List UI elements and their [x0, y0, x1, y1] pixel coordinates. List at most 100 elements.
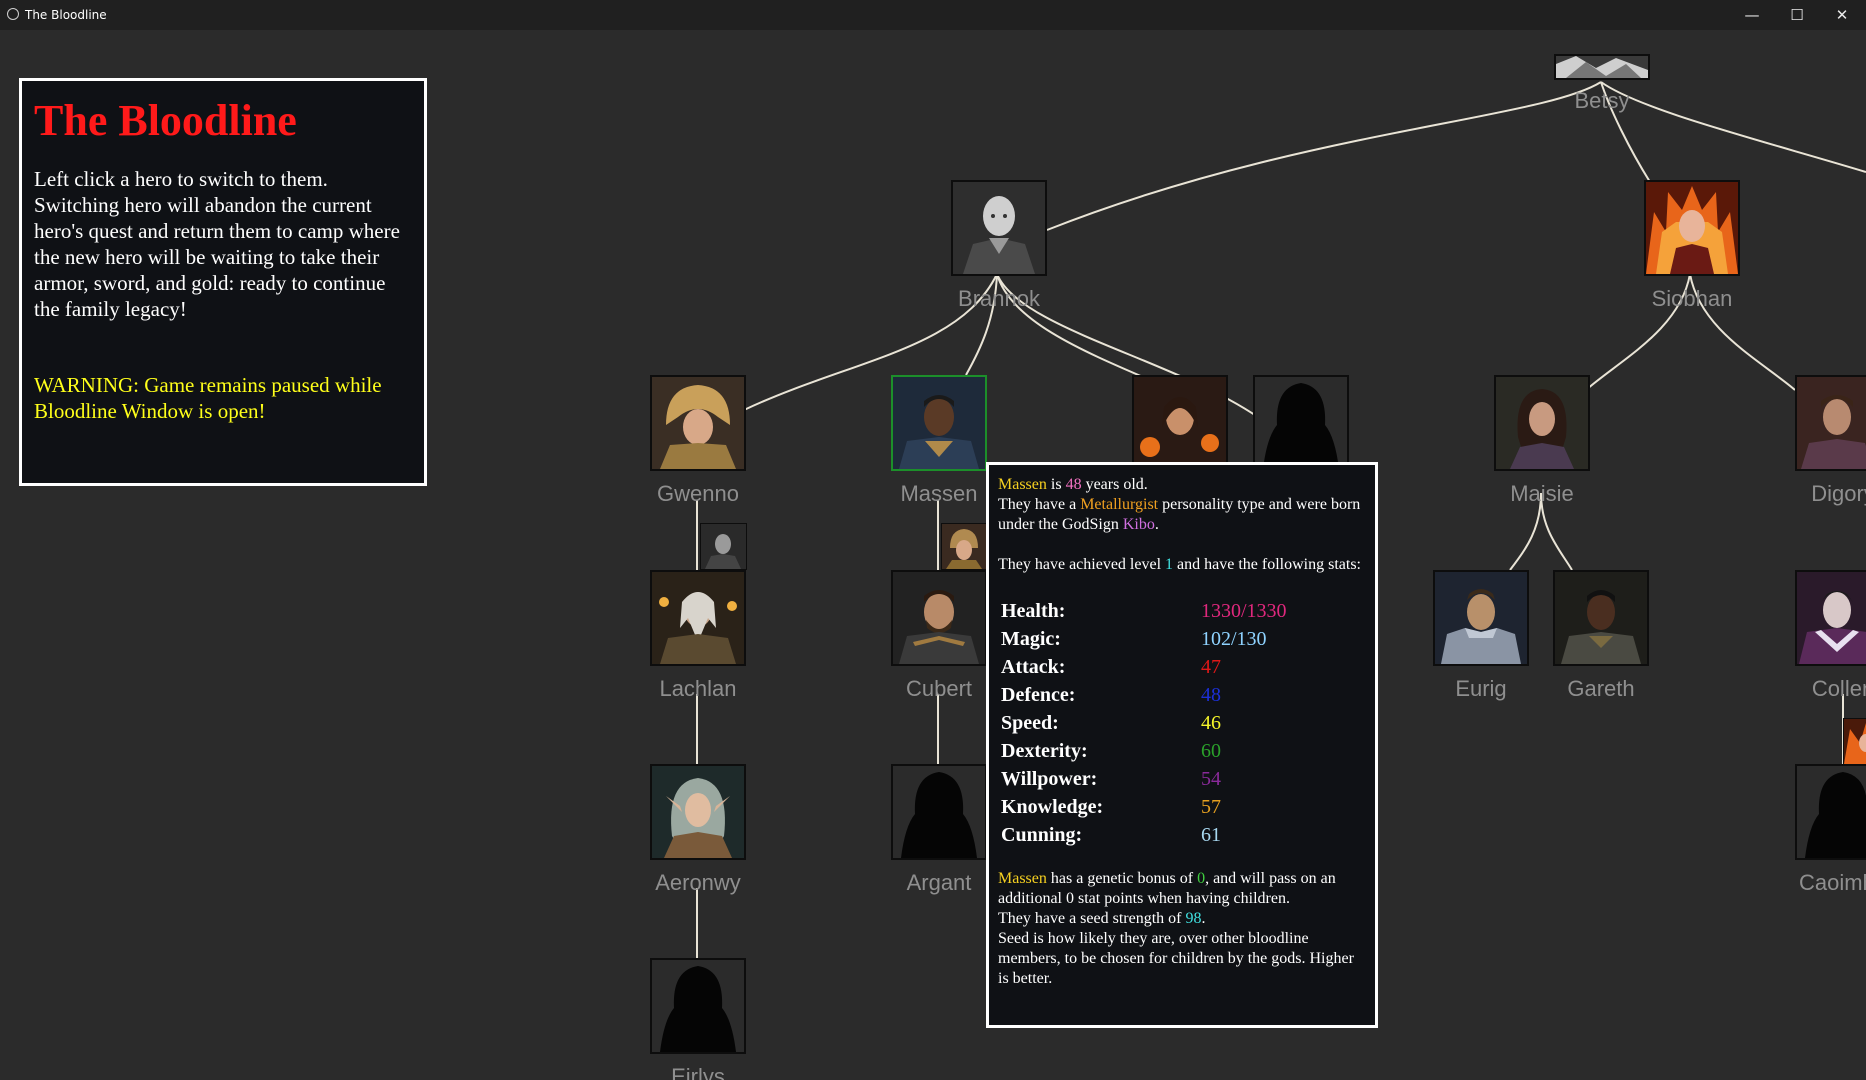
hero-portrait-brannok [951, 180, 1047, 276]
stat-label: Defence: [1001, 684, 1076, 706]
genetic-bonus: 0 [1197, 870, 1206, 887]
hero-portrait-gareth [1553, 570, 1649, 666]
portrait-bald-monk-icon [953, 182, 1045, 274]
hero-node-cubert[interactable]: Cubert [891, 570, 987, 701]
hero-level: 1 [1165, 556, 1174, 573]
bloodline-canvas: Betsy Brannok Siobhan Gwenno Massen Mais… [0, 30, 1866, 1080]
hero-node-betsy[interactable]: Betsy [1554, 54, 1650, 113]
window-title: The Bloodline [25, 8, 107, 22]
stat-value: 47 [1201, 656, 1221, 678]
hero-name: Aeronwy [655, 870, 741, 895]
hero-name: Eirlys [671, 1064, 725, 1080]
spouse-portrait[interactable] [941, 523, 988, 570]
hero-portrait-eirlys [650, 958, 746, 1054]
stat-value: 54 [1201, 768, 1221, 790]
hero-node-brannok[interactable]: Brannok [951, 180, 1047, 311]
hero-node-caoimhe[interactable]: Caoimhe [1795, 764, 1866, 895]
stat-label: Knowledge: [1001, 796, 1104, 818]
stat-label: Speed: [1001, 712, 1059, 734]
hero-node-digory[interactable]: Digory [1795, 375, 1866, 506]
tooltip-seed: They have a seed strength of 98. [998, 910, 1206, 927]
portrait-armored-knight-icon [1435, 572, 1527, 664]
hero-portrait-digory [1795, 375, 1866, 471]
hero-node-fire-sibling[interactable] [1132, 375, 1228, 471]
stat-value: 60 [1201, 740, 1221, 762]
stat-row-cunning: Cunning: 61 [998, 821, 1366, 849]
hero-portrait-betsy [1554, 54, 1650, 80]
portrait-silhouette-icon [893, 766, 985, 858]
stat-label: Magic: [1001, 628, 1061, 650]
stat-label: Health: [1001, 600, 1066, 622]
stat-label: Attack: [1001, 656, 1066, 678]
hero-portrait-aeronwy [650, 764, 746, 860]
hero-name: Siobhan [1651, 286, 1733, 311]
hero-name: Gareth [1567, 676, 1635, 701]
portrait-bearded-knight-icon [893, 572, 985, 664]
hero-portrait-eurig [1433, 570, 1529, 666]
hero-portrait-maisie [1494, 375, 1590, 471]
panel-title: The Bloodline [34, 96, 297, 145]
hero-portrait-massen [891, 375, 987, 471]
hero-name: Caoimhe [1798, 870, 1866, 895]
stat-value: 102/130 [1201, 628, 1267, 650]
stat-label: Cunning: [1001, 824, 1083, 846]
hero-name: Lachlan [659, 676, 737, 701]
info-panel: The Bloodline Left click a hero to switc… [19, 78, 427, 486]
stat-value: 1330/1330 [1201, 600, 1287, 622]
hero-node-maisie[interactable]: Maisie [1494, 375, 1590, 506]
hero-name: Maisie [1510, 481, 1574, 506]
hero-node-aeronwy[interactable]: Aeronwy [650, 764, 746, 895]
hero-node-eirlys[interactable]: Eirlys [650, 958, 746, 1080]
stat-row-willpower: Willpower: 54 [998, 765, 1366, 793]
hero-name-highlight: Massen [998, 870, 1047, 887]
stat-row-dexterity: Dexterity: 60 [998, 737, 1366, 765]
hero-portrait-gwenno [650, 375, 746, 471]
portrait-grey-man-icon [701, 524, 746, 569]
hero-node-eurig[interactable]: Eurig [1433, 570, 1529, 701]
minimize-button[interactable]: — [1730, 0, 1774, 30]
tooltip-genetic-bonus: Massen has a genetic bonus of 0, and wil… [998, 870, 1336, 907]
portrait-helmed-woman-icon [942, 524, 987, 569]
spouse-portrait[interactable] [700, 523, 747, 570]
hero-node-gwenno[interactable]: Gwenno [650, 375, 746, 506]
minimize-icon: — [1744, 6, 1760, 24]
hero-portrait-argant [891, 764, 987, 860]
hero-name-highlight: Massen [998, 476, 1047, 493]
stat-value: 57 [1201, 796, 1221, 818]
stat-row-speed: Speed: 46 [998, 709, 1366, 737]
portrait-elf-woman-icon [652, 766, 744, 858]
warning-text: WARNING: Game remains paused while Blood… [34, 373, 382, 423]
hero-node-lachlan[interactable]: Lachlan [650, 570, 746, 701]
portrait-fire-woman-icon [1134, 377, 1226, 469]
stat-row-magic: Magic: 102/130 [998, 625, 1366, 653]
hero-node-argant[interactable]: Argant [891, 764, 987, 895]
hero-portrait-hooded-sibling [1253, 375, 1349, 471]
portrait-armored-man-icon [1797, 377, 1866, 469]
portrait-silhouette-icon [652, 960, 744, 1052]
hero-age: 48 [1065, 476, 1082, 493]
hero-node-siobhan[interactable]: Siobhan [1644, 180, 1740, 311]
hero-portrait-siobhan [1644, 180, 1740, 276]
stat-value: 48 [1201, 684, 1221, 706]
hero-node-gareth[interactable]: Gareth [1553, 570, 1649, 701]
personality-type: Metallurgist [1080, 496, 1159, 513]
stat-row-defence: Defence: 48 [998, 681, 1366, 709]
stats-table: Health: 1330/1330 Magic: 102/130 Attack: 47… [998, 597, 1366, 849]
hero-node-massen[interactable]: Massen [891, 375, 987, 506]
spouse-portrait[interactable] [1843, 718, 1866, 765]
stat-row-attack: Attack: 47 [998, 653, 1366, 681]
hero-name: Gwenno [657, 481, 739, 506]
portrait-helmed-warrior-icon [652, 377, 744, 469]
maximize-button[interactable]: ☐ [1775, 0, 1819, 30]
portrait-fire-woman-icon [1844, 719, 1866, 764]
hero-node-hooded-sibling[interactable] [1253, 375, 1349, 471]
hero-node-collen[interactable]: Collen [1795, 570, 1866, 701]
close-button[interactable]: ✕ [1820, 0, 1864, 30]
portrait-vampire-noble-icon [1797, 572, 1866, 664]
portrait-old-sage-icon [652, 572, 744, 664]
stat-row-health: Health: 1330/1330 [998, 597, 1366, 625]
tooltip-intro: Massen is 48 years old. [998, 476, 1148, 493]
hero-portrait-fire-sibling [1132, 375, 1228, 471]
godsign: Kibo [1122, 516, 1155, 533]
tooltip-seed-explain: Seed is how likely they are, over other … [998, 930, 1354, 987]
